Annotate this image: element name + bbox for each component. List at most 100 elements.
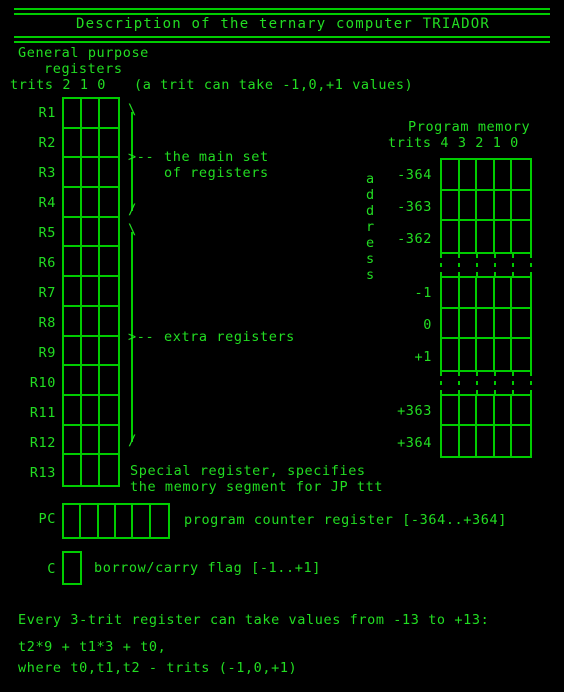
triador-description-page: Description of the ternary computer TRIA… bbox=[0, 0, 564, 692]
program-memory-cell bbox=[477, 426, 495, 456]
program-memory-ellipsis-dot bbox=[458, 372, 460, 394]
register-label-r1: R1 bbox=[38, 105, 56, 121]
register-cell bbox=[82, 366, 100, 396]
register-label-r12: R12 bbox=[29, 435, 56, 451]
register-label-r5: R5 bbox=[38, 225, 56, 241]
register-label-r7: R7 bbox=[38, 285, 56, 301]
address-label-letter: s bbox=[366, 251, 375, 267]
program-memory-address-label: -1 bbox=[414, 285, 432, 301]
register-cell bbox=[100, 426, 118, 456]
program-memory-address-label: 0 bbox=[423, 317, 432, 333]
register-cell bbox=[100, 99, 118, 129]
main-set-arrow: >-- bbox=[128, 149, 155, 165]
program-memory-address-label: -362 bbox=[397, 231, 432, 247]
register-cell bbox=[82, 247, 100, 278]
program-memory-cell bbox=[442, 339, 460, 370]
carry-label: C bbox=[47, 561, 56, 577]
program-memory-cell bbox=[442, 308, 460, 340]
program-memory-cell bbox=[494, 160, 513, 191]
address-label-letter: e bbox=[366, 235, 375, 251]
register-cell bbox=[82, 217, 100, 248]
program-memory-cell bbox=[442, 190, 460, 222]
program-memory-grid-middle bbox=[440, 276, 532, 372]
register-cell bbox=[64, 455, 82, 485]
program-memory-cell bbox=[512, 221, 530, 252]
program-memory-ellipsis-dot bbox=[476, 254, 478, 276]
program-memory-cell bbox=[477, 190, 495, 222]
program-memory-ellipsis-dot bbox=[458, 254, 460, 276]
register-cell bbox=[82, 128, 100, 159]
program-memory-cell bbox=[460, 339, 478, 370]
pc-cell bbox=[133, 505, 151, 537]
program-memory-cell bbox=[477, 278, 495, 309]
main-set-note-line1: the main set bbox=[164, 149, 269, 165]
footer-line2: t2*9 + t1*3 + t0, bbox=[18, 639, 167, 655]
register-cell bbox=[100, 247, 118, 278]
pc-label: PC bbox=[38, 511, 56, 527]
program-memory-cell bbox=[459, 190, 478, 222]
program-memory-cell bbox=[512, 396, 530, 426]
program-memory-cell bbox=[460, 221, 478, 252]
register-cell bbox=[82, 425, 100, 456]
extra-brace-bottom-hook: / bbox=[128, 433, 137, 449]
register-cell bbox=[82, 455, 100, 485]
register-cell bbox=[100, 366, 118, 396]
register-cell bbox=[82, 99, 100, 129]
trit-note: (a trit can take -1,0,+1 values) bbox=[134, 77, 414, 93]
register-cell bbox=[100, 277, 118, 307]
register-cell bbox=[64, 277, 82, 307]
program-memory-cell bbox=[512, 426, 530, 456]
top-rule-lower bbox=[14, 13, 550, 15]
register-cell bbox=[100, 455, 118, 485]
special-register-note-line2: the memory segment for JP ttt bbox=[130, 479, 384, 495]
register-cell bbox=[82, 306, 100, 337]
program-memory-cell bbox=[459, 396, 478, 426]
program-memory-cell bbox=[512, 339, 530, 370]
register-cell bbox=[82, 395, 100, 426]
program-memory-trits-header: trits 4 3 2 1 0 bbox=[388, 135, 519, 151]
general-purpose-line2: registers bbox=[44, 61, 123, 77]
address-label-letter: a bbox=[366, 171, 375, 187]
program-memory-cell bbox=[512, 160, 530, 191]
main-set-brace-bottom-hook: / bbox=[128, 202, 137, 218]
register-label-r13: R13 bbox=[29, 465, 56, 481]
register-label-r3: R3 bbox=[38, 165, 56, 181]
register-label-r8: R8 bbox=[38, 315, 56, 331]
program-memory-cell bbox=[477, 308, 495, 340]
program-memory-cell bbox=[494, 278, 513, 309]
program-memory-cell bbox=[477, 221, 495, 252]
carry-flag-grid bbox=[62, 551, 82, 585]
register-cell bbox=[64, 158, 82, 189]
special-register-note-line1: Special register, specifies bbox=[130, 463, 366, 479]
program-memory-cell bbox=[460, 426, 478, 456]
pc-cell bbox=[81, 505, 99, 537]
title-rule-lower bbox=[14, 41, 550, 43]
register-cell bbox=[64, 306, 82, 337]
program-memory-ellipsis-dot bbox=[494, 372, 496, 394]
program-memory-ellipsis-dot bbox=[512, 254, 514, 276]
program-memory-cell bbox=[477, 339, 495, 370]
pc-cell bbox=[116, 505, 134, 537]
program-memory-cell bbox=[442, 160, 460, 191]
register-cell bbox=[100, 129, 118, 159]
title-rule-upper bbox=[14, 36, 550, 38]
register-label-r9: R9 bbox=[38, 345, 56, 361]
address-label-letter: r bbox=[366, 219, 375, 235]
main-set-note-line2: of registers bbox=[164, 165, 269, 181]
register-label-r4: R4 bbox=[38, 195, 56, 211]
register-cell bbox=[100, 158, 118, 189]
program-memory-address-label: -364 bbox=[397, 167, 432, 183]
program-memory-ellipsis-dot bbox=[476, 372, 478, 394]
register-cell bbox=[64, 217, 82, 248]
program-memory-ellipsis-dot bbox=[530, 372, 532, 394]
program-memory-address-label: +1 bbox=[414, 349, 432, 365]
program-memory-cell bbox=[459, 160, 478, 191]
program-memory-cell bbox=[512, 278, 530, 309]
pc-cell bbox=[64, 505, 82, 537]
program-memory-address-label: +364 bbox=[397, 435, 432, 451]
program-memory-cell bbox=[442, 278, 460, 309]
program-memory-cell bbox=[495, 426, 513, 456]
register-cell bbox=[82, 188, 100, 218]
program-memory-cell bbox=[494, 308, 513, 340]
program-memory-cell bbox=[442, 426, 460, 456]
